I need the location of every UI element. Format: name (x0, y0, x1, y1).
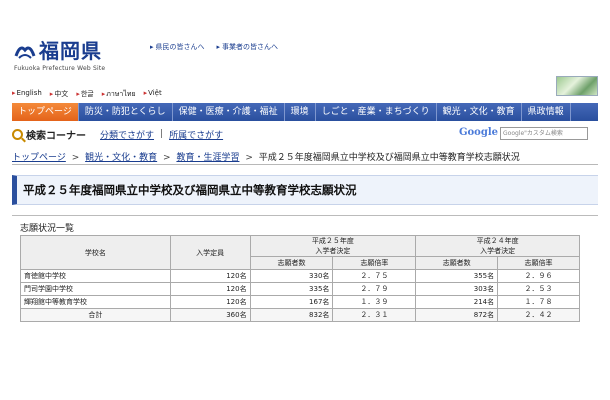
applicants-2012: 303名 (415, 282, 499, 296)
main-nav: トップページ 防災・防犯とくらし 保健・医療・介護・福祉 環境 しごと・産業・ま… (12, 103, 598, 121)
search-icon (12, 128, 23, 140)
nav-environment[interactable]: 環境 (285, 103, 316, 121)
capacity: 120名 (169, 295, 251, 309)
site-logo[interactable]: 福岡県 (14, 40, 102, 62)
breadcrumb-lifelong-learning[interactable]: 教育・生涯学習 (176, 153, 239, 163)
breadcrumb-separator: > (163, 153, 171, 163)
logo-subtitle: Fukuoka Prefecture Web Site (14, 65, 106, 72)
header-2013-year: 平成２５年度 (311, 237, 354, 245)
nav-government[interactable]: 県政情報 (522, 103, 571, 121)
total-label: 合計 (20, 308, 171, 322)
header-ratio-2013: 志願倍率 (332, 256, 417, 270)
school-name: 輝翔館中等教育学校 (20, 295, 171, 309)
google-logo: Google (458, 127, 498, 138)
lang-english[interactable]: English (12, 89, 42, 100)
page-title: 平成２５年度福岡県立中学校及び福岡県立中等教育学校志願状況 (23, 183, 357, 197)
applicants-2013: 335名 (249, 282, 334, 296)
ratio-2012: ２．９６ (497, 269, 580, 283)
school-name: 育徳館中学校 (20, 269, 171, 283)
search-corner: 検索コーナー (12, 127, 86, 142)
nav-disaster-safety[interactable]: 防災・防犯とくらし (79, 103, 173, 121)
header-capacity: 入学定員 (169, 235, 251, 270)
language-bar: English 中文 한글 ภาษาไทย Việt (12, 89, 162, 100)
school-name: 門司学園中学校 (20, 282, 171, 296)
capacity: 120名 (169, 269, 251, 283)
logo-text: 福岡県 (39, 39, 102, 63)
applicants-2013: 330名 (249, 269, 334, 283)
nav-work-industry[interactable]: しごと・産業・まちづくり (316, 103, 437, 121)
ratio-2012: １．７８ (497, 295, 580, 309)
nav-tourism-education[interactable]: 観光・文化・教育 (437, 103, 522, 121)
table-row: 育徳館中学校 120名 330名 ２．７５ 355名 ２．９６ (20, 269, 580, 283)
header-applicants-2012: 志願者数 (415, 256, 499, 270)
link-businesses[interactable]: 事業者の皆さんへ (217, 42, 278, 52)
lang-korean[interactable]: 한글 (76, 89, 94, 100)
breadcrumb: トップページ > 観光・文化・教育 > 教育・生涯学習 > 平成２５年度福岡県立… (12, 150, 520, 163)
lang-chinese[interactable]: 中文 (50, 89, 68, 100)
lang-vietnamese[interactable]: Việt (144, 89, 162, 100)
nav-health-welfare[interactable]: 保健・医療・介護・福祉 (173, 103, 285, 121)
total-capacity: 360名 (169, 308, 251, 322)
header-2012-year: 平成２４年度 (476, 237, 519, 245)
breadcrumb-separator: > (71, 153, 80, 163)
total-applicants-2012: 872名 (415, 308, 499, 322)
table-total-row: 合計 360名 832名 ２．３１ 872名 ２．４２ (20, 308, 580, 322)
breadcrumb-divider (12, 164, 598, 165)
ratio-2013: １．３９ (332, 295, 417, 309)
header-ratio-2012: 志願倍率 (497, 256, 580, 270)
header-2013-decision: 入学者決定 (315, 247, 351, 255)
table-row: 門司学園中学校 120名 335名 ２．７９ 303名 ２．５３ (20, 282, 580, 296)
site-header: 福岡県 Fukuoka Prefecture Web Site 県民の皆さんへ … (0, 30, 610, 96)
breadcrumb-current: 平成２５年度福岡県立中学校及び福岡県立中等教育学校志願状況 (258, 153, 520, 163)
ratio-2012: ２．５３ (497, 282, 580, 296)
search-by-category-link[interactable]: 分類でさがす (100, 128, 154, 141)
applicants-2013: 167名 (249, 295, 334, 309)
header-2012-decision: 入学者決定 (480, 247, 516, 255)
total-ratio-2012: ２．４２ (497, 308, 580, 322)
header-applicants-2013: 志願者数 (249, 256, 334, 270)
ratio-2013: ２．７９ (332, 282, 417, 296)
search-link-separator: | (160, 129, 164, 139)
page-title-box: 平成２５年度福岡県立中学校及び福岡県立中等教育学校志願状況 (12, 175, 598, 205)
application-status-table: 学校名 入学定員 平成２５年度 入学者決定 平成２４年度 入学者決定 志願者数 … (20, 235, 580, 322)
lang-thai[interactable]: ภาษาไทย (102, 89, 135, 100)
header-school-name: 学校名 (20, 235, 171, 270)
search-bar: 検索コーナー 分類でさがす | 所属でさがす Google Google"カスタ… (12, 124, 598, 144)
applicants-2012: 355名 (415, 269, 499, 283)
header-2013-group: 平成２５年度 入学者決定 (249, 235, 417, 257)
table-row: 輝翔館中等教育学校 120名 167名 １．３９ 214名 １．７８ (20, 295, 580, 309)
total-ratio-2013: ２．３１ (332, 308, 417, 322)
prefecture-emblem-icon (14, 40, 36, 62)
header-top-links: 県民の皆さんへ 事業者の皆さんへ (150, 42, 279, 52)
link-residents[interactable]: 県民の皆さんへ (150, 42, 205, 52)
applicants-2012: 214名 (415, 295, 499, 309)
capacity: 120名 (169, 282, 251, 296)
search-corner-label: 検索コーナー (26, 130, 86, 142)
breadcrumb-separator: > (245, 153, 253, 163)
section-title: 志願状況一覧 (20, 224, 75, 234)
header-photo (556, 76, 598, 96)
breadcrumb-tourism-education[interactable]: 観光・文化・教育 (85, 153, 157, 163)
search-by-department-link[interactable]: 所属でさがす (169, 128, 223, 141)
ratio-2013: ２．７５ (332, 269, 417, 283)
nav-top[interactable]: トップページ (12, 103, 79, 121)
total-applicants-2013: 832名 (249, 308, 334, 322)
header-2012-group: 平成２４年度 入学者決定 (415, 235, 580, 257)
application-status-section: 志願状況一覧 学校名 入学定員 平成２５年度 入学者決定 平成２４年度 入学者決… (12, 215, 598, 345)
google-search-input[interactable]: Google"カスタム検索 (500, 127, 588, 140)
breadcrumb-top[interactable]: トップページ (12, 153, 66, 163)
